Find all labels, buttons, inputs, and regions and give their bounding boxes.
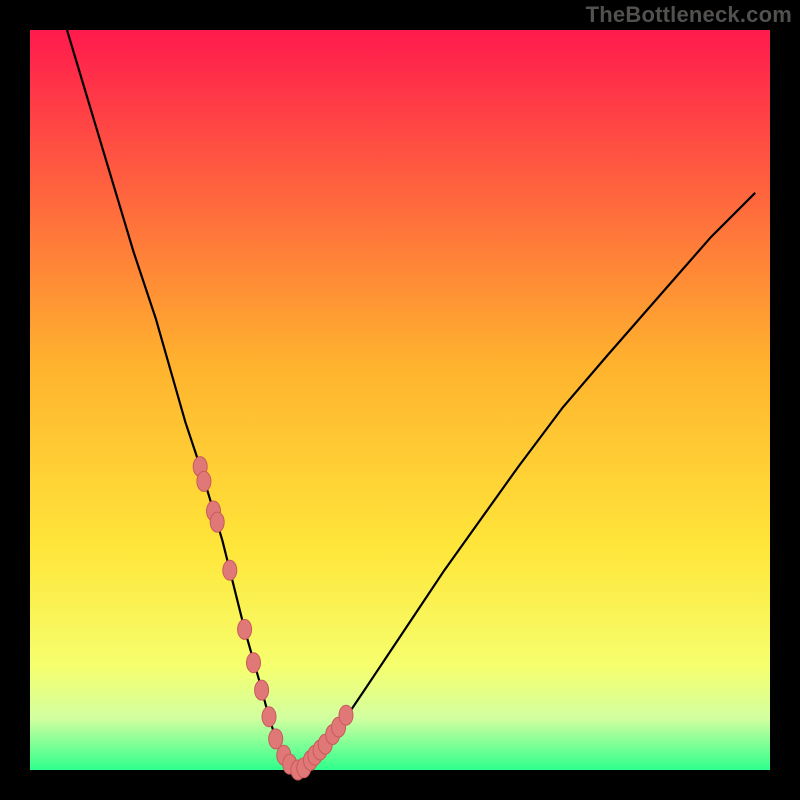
bottleneck-chart: [0, 0, 800, 800]
watermark-label: TheBottleneck.com: [586, 2, 792, 28]
curve-marker: [339, 705, 353, 725]
curve-marker: [210, 512, 224, 532]
curve-marker: [262, 707, 276, 727]
chart-container: TheBottleneck.com: [0, 0, 800, 800]
curve-marker: [223, 560, 237, 580]
curve-marker: [238, 619, 252, 639]
curve-marker: [197, 471, 211, 491]
plot-area: [30, 30, 770, 770]
curve-marker: [255, 680, 269, 700]
curve-marker: [247, 653, 261, 673]
